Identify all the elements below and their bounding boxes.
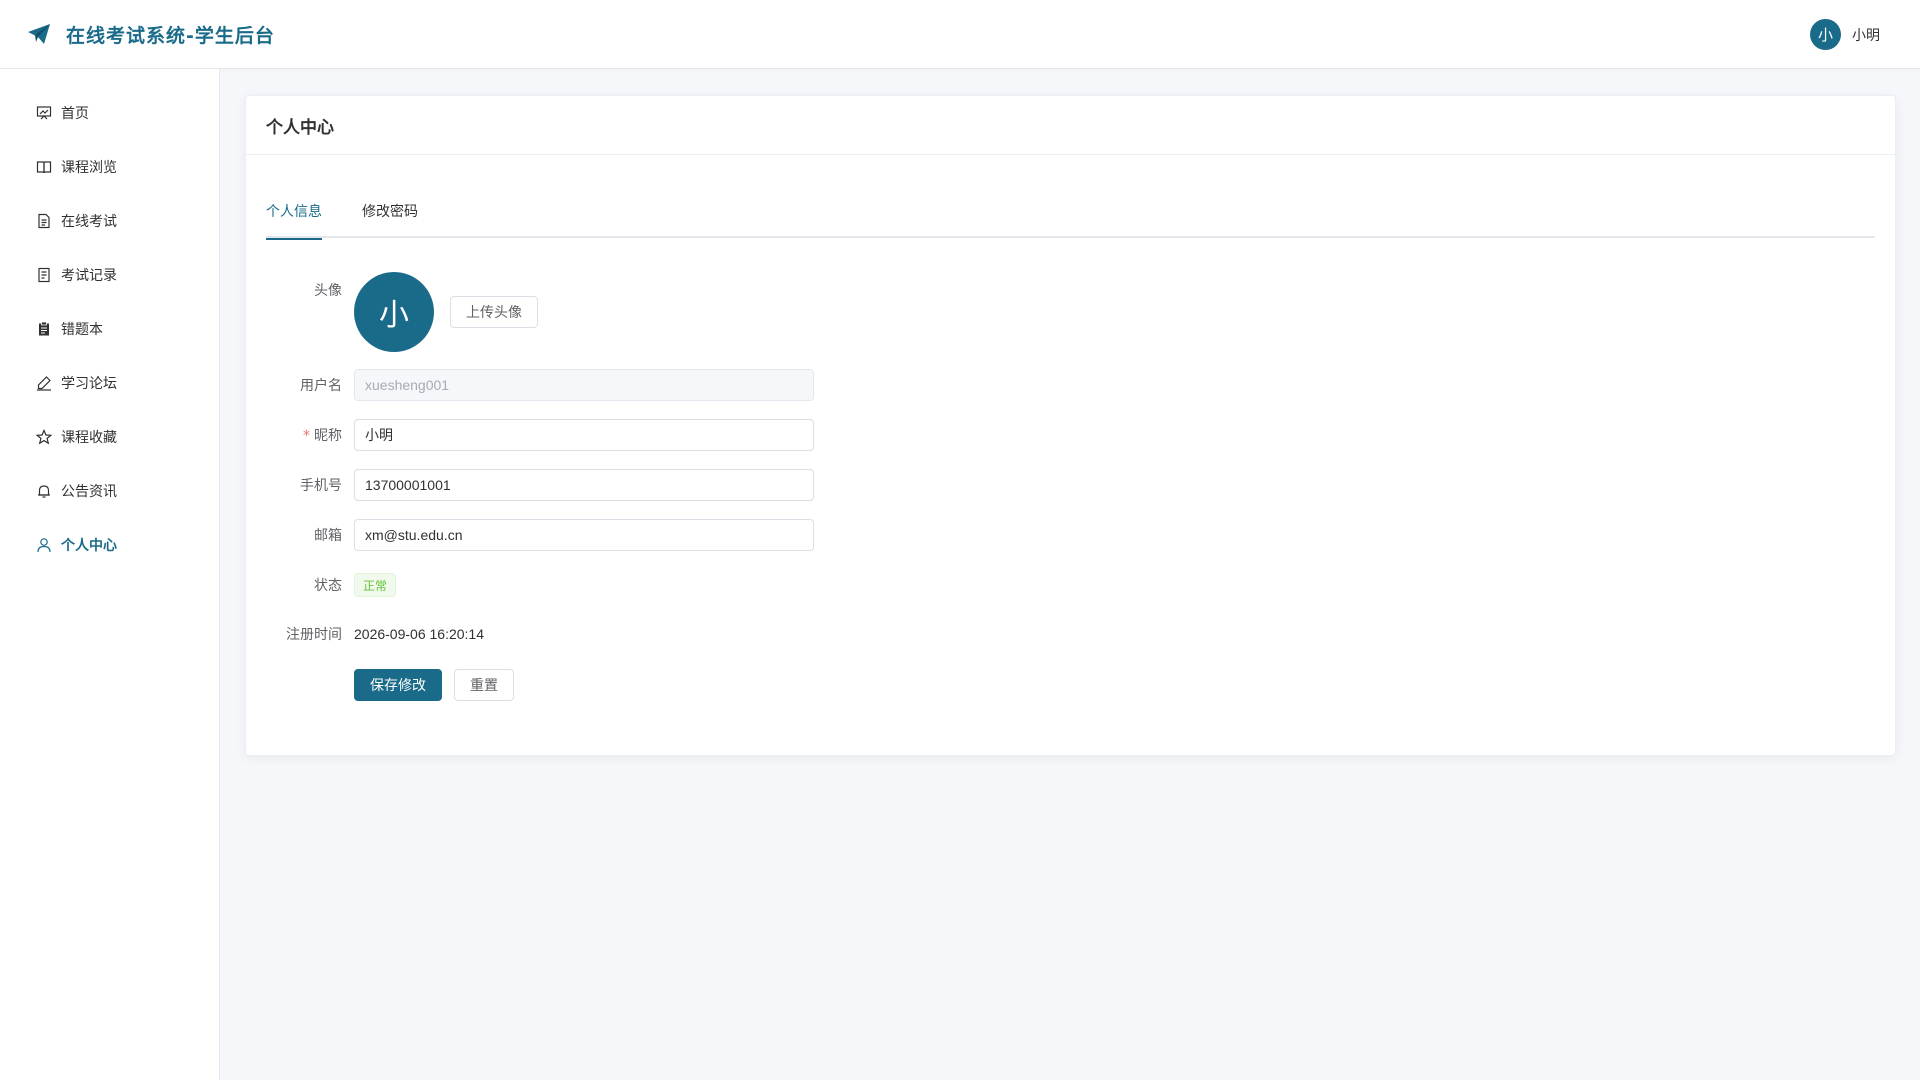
- sidebar-item-forum[interactable]: 学习论坛: [0, 356, 219, 410]
- status-label: 状态: [314, 578, 342, 594]
- tab-personal-info[interactable]: 个人信息: [266, 200, 322, 240]
- profile-avatar: 小: [354, 272, 434, 352]
- sidebar-item-profile[interactable]: 个人中心: [0, 518, 219, 572]
- sidebar-item-label: 个人中心: [61, 538, 117, 554]
- document-icon: [35, 212, 53, 230]
- sidebar-item-online-exam[interactable]: 在线考试: [0, 194, 219, 248]
- username-label: 用户名: [300, 378, 342, 394]
- sidebar-item-label: 在线考试: [61, 214, 117, 230]
- nickname-label-text: 昵称: [314, 428, 342, 444]
- avatar-label: 头像: [314, 283, 342, 299]
- tabs: 个人信息 修改密码: [266, 200, 1875, 240]
- logo: 在线考试系统-学生后台: [26, 21, 275, 48]
- star-icon: [35, 428, 53, 446]
- required-mark: *: [303, 428, 310, 444]
- sidebar-item-announcements[interactable]: 公告资讯: [0, 464, 219, 518]
- sidebar-item-label: 课程浏览: [61, 160, 117, 176]
- sidebar-item-label: 课程收藏: [61, 430, 117, 446]
- register-time-value: 2026-09-06 16:20:14: [354, 626, 484, 642]
- phone-label: 手机号: [300, 478, 342, 494]
- bell-icon: [35, 482, 53, 500]
- tickets-icon: [35, 266, 53, 284]
- sidebar-item-home[interactable]: 首页: [0, 86, 219, 140]
- email-label: 邮箱: [314, 528, 342, 544]
- status-badge: 正常: [354, 573, 397, 597]
- user-menu[interactable]: 小 小明: [1810, 0, 1880, 69]
- user-name: 小明: [1852, 27, 1880, 44]
- sidebar-item-wrong-questions[interactable]: 错题本: [0, 302, 219, 356]
- notebook-icon: [35, 320, 53, 338]
- sidebar-item-label: 公告资讯: [61, 484, 117, 500]
- sidebar-item-label: 错题本: [61, 322, 103, 338]
- sidebar-item-courses[interactable]: 课程浏览: [0, 140, 219, 194]
- card-header: 个人中心: [246, 96, 1895, 155]
- reset-button[interactable]: 重置: [454, 669, 514, 701]
- sidebar-item-label: 首页: [61, 106, 89, 122]
- user-icon: [35, 536, 53, 554]
- paper-plane-icon: [26, 21, 52, 47]
- save-button[interactable]: 保存修改: [354, 669, 442, 701]
- app-title: 在线考试系统-学生后台: [66, 24, 275, 47]
- nickname-field[interactable]: [354, 419, 814, 451]
- page-title: 个人中心: [266, 117, 334, 138]
- avatar: 小: [1810, 19, 1841, 50]
- sidebar-item-exam-records[interactable]: 考试记录: [0, 248, 219, 302]
- sidebar-item-favorites[interactable]: 课程收藏: [0, 410, 219, 464]
- upload-avatar-button[interactable]: 上传头像: [450, 296, 538, 328]
- email-field[interactable]: [354, 519, 814, 551]
- sidebar-item-label: 考试记录: [61, 268, 117, 284]
- register-time-label: 注册时间: [286, 627, 342, 643]
- nickname-label: * 昵称: [266, 425, 354, 445]
- top-header: 在线考试系统-学生后台 小 小明: [0, 0, 1920, 69]
- username-field: [354, 369, 814, 401]
- phone-field[interactable]: [354, 469, 814, 501]
- tab-change-password[interactable]: 修改密码: [362, 200, 418, 238]
- sidebar: 首页 课程浏览 在线考试 考试记录 错题本 学习论坛 课程收藏 公告资讯 个人中…: [0, 69, 220, 1080]
- book-icon: [35, 158, 53, 176]
- sidebar-item-label: 学习论坛: [61, 376, 117, 392]
- dashboard-icon: [35, 104, 53, 122]
- edit-pen-icon: [35, 374, 53, 392]
- profile-card: 个人中心 个人信息 修改密码 头像 小 上传头像 用户名 *昵称: [245, 95, 1896, 756]
